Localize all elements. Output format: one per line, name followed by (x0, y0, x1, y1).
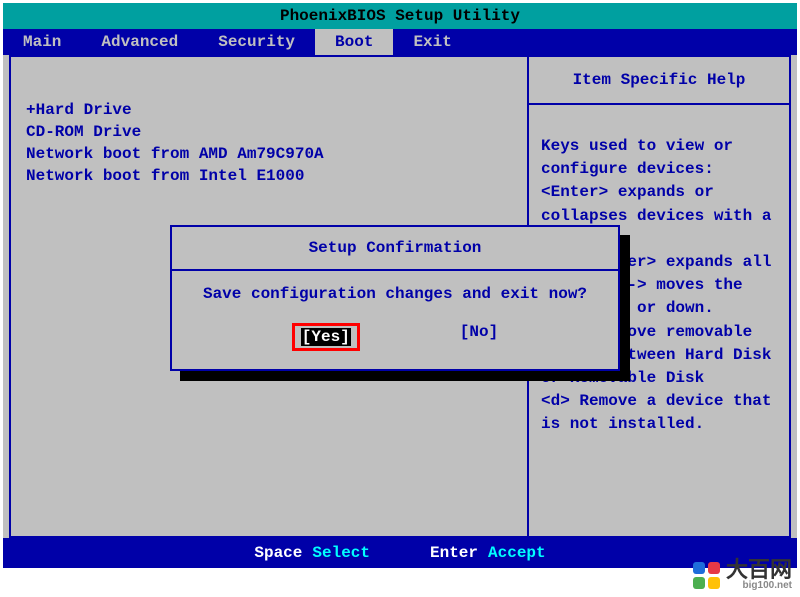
dialog-message: Save configuration changes and exit now? (184, 285, 606, 303)
menu-bar: Main Advanced Security Boot Exit (3, 29, 797, 55)
menu-main[interactable]: Main (3, 29, 81, 55)
footer: Space Select Enter Accept (3, 538, 797, 568)
watermark-logo-icon (693, 562, 720, 589)
footer-key-space: Space (254, 544, 302, 562)
boot-item-cdrom[interactable]: CD-ROM Drive (26, 121, 512, 143)
footer-label-accept: Accept (488, 544, 546, 562)
menu-boot[interactable]: Boot (315, 29, 393, 55)
footer-space: Space Select (254, 544, 370, 562)
footer-enter: Enter Accept (430, 544, 546, 562)
boot-list: +Removable Devices +Hard Drive CD-ROM Dr… (26, 77, 512, 187)
boot-item-net-intel[interactable]: Network boot from Intel E1000 (26, 165, 512, 187)
watermark: 大百网 big100.net (693, 559, 792, 591)
footer-label-select: Select (312, 544, 370, 562)
help-title: Item Specific Help (529, 57, 789, 105)
dialog-body: Save configuration changes and exit now?… (172, 271, 618, 369)
yes-button[interactable]: [Yes] (301, 328, 351, 346)
title-bar: PhoenixBIOS Setup Utility (3, 3, 797, 29)
footer-key-enter: Enter (430, 544, 478, 562)
menu-exit[interactable]: Exit (393, 29, 471, 55)
app-title: PhoenixBIOS Setup Utility (280, 7, 520, 25)
dialog-buttons: [Yes] [No] (184, 323, 606, 351)
boot-item-hard-drive[interactable]: +Hard Drive (26, 99, 512, 121)
boot-item-net-amd[interactable]: Network boot from AMD Am79C970A (26, 143, 512, 165)
dialog-title: Setup Confirmation (172, 227, 618, 271)
watermark-main: 大百网 (726, 559, 792, 581)
no-button[interactable]: [No] (460, 323, 498, 351)
menu-security[interactable]: Security (198, 29, 315, 55)
boot-item-removable[interactable]: +Removable Devices (26, 77, 512, 99)
confirmation-dialog: Setup Confirmation Save configuration ch… (170, 225, 620, 371)
watermark-sub: big100.net (726, 581, 792, 591)
yes-highlight: [Yes] (292, 323, 360, 351)
menu-advanced[interactable]: Advanced (81, 29, 198, 55)
watermark-text: 大百网 big100.net (726, 559, 792, 591)
